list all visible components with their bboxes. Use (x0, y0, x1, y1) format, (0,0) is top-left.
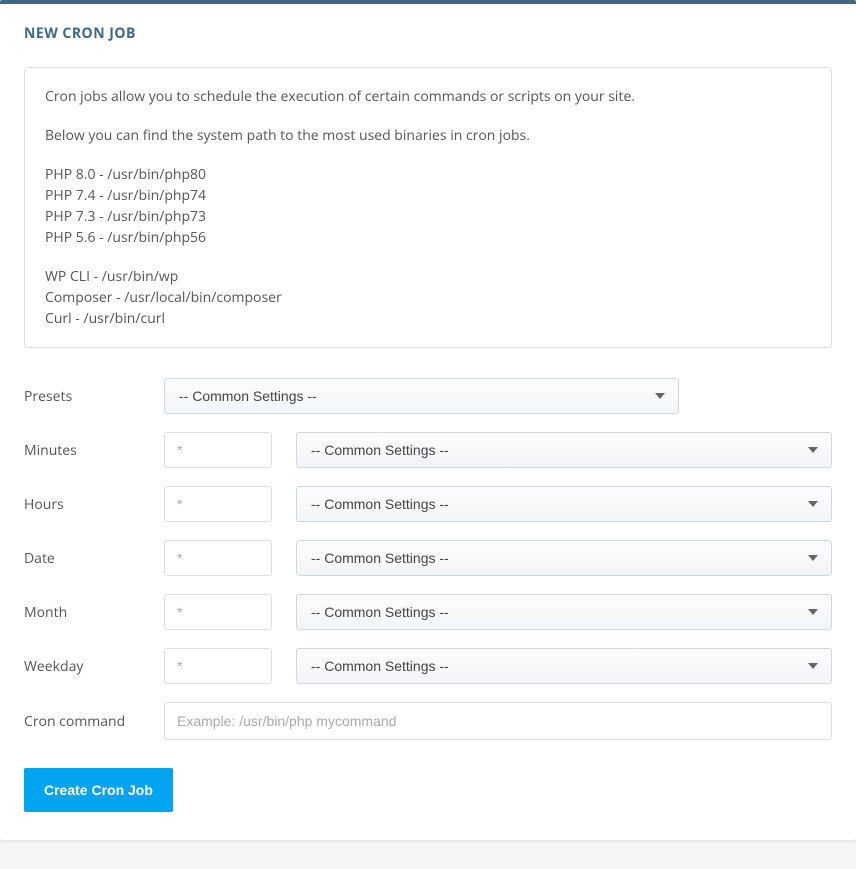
presets-select[interactable]: -- Common Settings -- (164, 378, 679, 414)
binary-line: PHP 5.6 - /usr/bin/php56 (45, 227, 811, 248)
minutes-select[interactable]: -- Common Settings -- (296, 432, 832, 468)
date-label: Date (24, 549, 164, 568)
month-label: Month (24, 603, 164, 622)
info-intro: Cron jobs allow you to schedule the exec… (45, 86, 811, 107)
info-box: Cron jobs allow you to schedule the exec… (24, 67, 832, 348)
weekday-label: Weekday (24, 657, 164, 676)
cron-command-label: Cron command (24, 712, 164, 731)
binary-line: Composer - /usr/local/bin/composer (45, 287, 811, 308)
month-input[interactable] (164, 594, 272, 630)
date-input[interactable] (164, 540, 272, 576)
binary-line: PHP 7.3 - /usr/bin/php73 (45, 206, 811, 227)
hours-label: Hours (24, 495, 164, 514)
minutes-label: Minutes (24, 441, 164, 460)
create-cron-job-button[interactable]: Create Cron Job (24, 768, 173, 812)
month-select[interactable]: -- Common Settings -- (296, 594, 832, 630)
new-cron-job-panel: NEW CRON JOB Cron jobs allow you to sche… (0, 0, 856, 840)
cron-command-input[interactable] (164, 702, 832, 740)
hours-input[interactable] (164, 486, 272, 522)
binary-line: WP CLI - /usr/bin/wp (45, 266, 811, 287)
hours-select[interactable]: -- Common Settings -- (296, 486, 832, 522)
minutes-input[interactable] (164, 432, 272, 468)
info-sub: Below you can find the system path to th… (45, 125, 811, 146)
binary-list-tools: WP CLI - /usr/bin/wp Composer - /usr/loc… (45, 266, 811, 329)
binary-line: Curl - /usr/bin/curl (45, 308, 811, 329)
binary-line: PHP 7.4 - /usr/bin/php74 (45, 185, 811, 206)
weekday-select[interactable]: -- Common Settings -- (296, 648, 832, 684)
date-select[interactable]: -- Common Settings -- (296, 540, 832, 576)
binary-list-php: PHP 8.0 - /usr/bin/php80 PHP 7.4 - /usr/… (45, 164, 811, 248)
page-title: NEW CRON JOB (24, 24, 832, 43)
binary-line: PHP 8.0 - /usr/bin/php80 (45, 164, 811, 185)
presets-label: Presets (24, 387, 164, 406)
weekday-input[interactable] (164, 648, 272, 684)
